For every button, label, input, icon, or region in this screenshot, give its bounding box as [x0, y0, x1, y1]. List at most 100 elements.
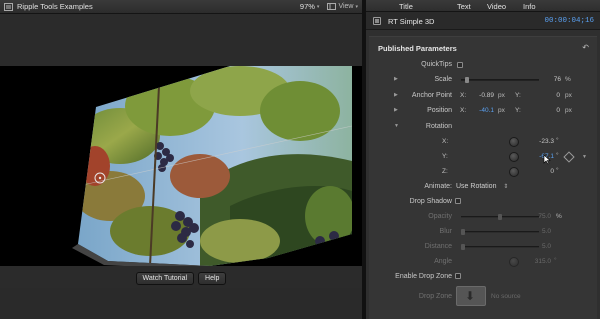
position-x-label: X: — [460, 107, 467, 114]
scale-slider-thumb[interactable] — [465, 77, 469, 83]
effect-name: RT Simple 3D — [388, 17, 435, 26]
viewer-panel: Ripple Tools Examples 97% ▾ View ▾ Watch… — [0, 0, 362, 319]
section-header: Published Parameters ↶ — [369, 37, 597, 57]
viewer-header: Ripple Tools Examples 97% ▾ View ▾ — [0, 0, 362, 14]
position-x-value[interactable]: -40.1 — [479, 107, 494, 114]
view-menu-label: View — [338, 3, 354, 10]
download-arrow-icon: ⬇ — [465, 289, 476, 303]
anchor-x-label: X: — [460, 92, 467, 99]
inspector-tab-bar: Title Text Video Info — [366, 0, 600, 12]
chevron-down-icon: ▾ — [355, 3, 358, 10]
angle-unit: ° — [554, 257, 557, 264]
distance-slider[interactable] — [461, 244, 539, 250]
opacity-unit: % — [556, 213, 562, 220]
position-y-label: Y: — [515, 107, 521, 114]
anchor-y-label: Y: — [515, 92, 521, 99]
opacity-value[interactable]: 75.0 — [538, 213, 551, 220]
timecode: 00:00:04;16 — [544, 17, 594, 25]
drop-zone-status: No source — [491, 293, 521, 300]
rotation-label: Rotation — [425, 123, 452, 130]
rotation-z-value[interactable]: 0 — [550, 168, 554, 175]
reset-icon[interactable]: ↶ — [582, 43, 589, 52]
blur-slider-thumb[interactable] — [461, 229, 465, 235]
rotated-grape-vine-image — [72, 66, 352, 266]
viewer-title: Ripple Tools Examples — [17, 2, 93, 11]
quicktips-label: QuickTips — [421, 61, 452, 68]
popup-chevron-icon: ⇕ — [503, 184, 509, 190]
view-options-icon — [327, 3, 337, 10]
rotation-y-dial[interactable] — [509, 152, 519, 162]
zoom-menu[interactable]: 97% ▾ — [300, 2, 320, 11]
animate-label: Animate: — [424, 183, 452, 190]
anchor-x-value[interactable]: -0.89 — [479, 92, 494, 99]
chevron-down-icon: ▾ — [316, 3, 320, 10]
position-x-unit: px — [498, 107, 505, 114]
zoom-value: 97% — [299, 2, 315, 11]
quicktips-checkbox[interactable] — [457, 62, 463, 68]
distance-label: Distance — [424, 243, 452, 250]
scale-value[interactable]: 76 — [554, 76, 561, 83]
rotation-z-unit: ° — [556, 167, 559, 174]
tab-title[interactable]: Title — [399, 2, 413, 11]
viewer-canvas[interactable] — [0, 14, 362, 269]
help-button[interactable]: Help — [198, 272, 227, 285]
scale-label: Scale — [434, 76, 452, 83]
angle-label: Angle — [434, 258, 452, 265]
drop-shadow-checkbox[interactable] — [455, 198, 461, 204]
mouse-pointer-icon — [543, 154, 551, 165]
viewer-button-bar: Watch Tutorial Help — [0, 269, 362, 288]
rotation-x-unit: ° — [556, 137, 559, 144]
animate-value: Use Rotation — [456, 183, 497, 190]
disclosure-triangle-icon[interactable]: ▶ — [394, 107, 398, 113]
rotation-z-dial[interactable] — [509, 167, 519, 177]
film-strip-icon — [4, 2, 13, 11]
position-y-value[interactable]: 0 — [556, 107, 560, 114]
effect-icon — [373, 17, 381, 25]
scale-unit: % — [565, 76, 571, 83]
rotation-z-label: Z: — [442, 168, 448, 175]
scale-slider[interactable] — [461, 77, 539, 83]
opacity-slider-thumb[interactable] — [498, 214, 502, 220]
anchor-y-unit: px — [565, 92, 572, 99]
drop-zone-label: Drop Zone — [418, 293, 452, 300]
rotation-x-dial[interactable] — [509, 137, 519, 147]
disclosure-triangle-open-icon[interactable]: ▼ — [394, 123, 399, 129]
opacity-slider[interactable] — [461, 214, 539, 220]
drop-zone-well[interactable]: ⬇ — [456, 286, 486, 306]
animate-popup[interactable]: Use Rotation ⇕ — [456, 183, 508, 190]
position-y-unit: px — [565, 107, 572, 114]
section-title: Published Parameters — [378, 44, 457, 53]
disclosure-triangle-icon[interactable]: ▶ — [394, 76, 398, 82]
angle-value[interactable]: 315.0 — [535, 258, 551, 265]
disclosure-triangle-icon[interactable]: ▶ — [394, 92, 398, 98]
inspector-title-row: RT Simple 3D 00:00:04;16 — [366, 12, 600, 30]
viewer-footer — [0, 288, 362, 319]
anchor-y-value[interactable]: 0 — [556, 92, 560, 99]
blur-slider[interactable] — [461, 229, 539, 235]
video-frame — [0, 66, 362, 266]
drop-shadow-label: Drop Shadow — [409, 198, 452, 205]
published-parameters-section: Published Parameters ↶ QuickTips ▶ Scale… — [369, 36, 597, 319]
tab-video[interactable]: Video — [487, 2, 506, 11]
chevron-down-icon[interactable]: ▼ — [582, 154, 587, 160]
distance-slider-thumb[interactable] — [461, 244, 465, 250]
rotation-y-label: Y: — [442, 153, 448, 160]
rotation-x-label: X: — [442, 138, 449, 145]
view-menu[interactable]: View ▾ — [327, 3, 358, 10]
inspector-panel: Title Text Video Info RT Simple 3D 00:00… — [366, 0, 600, 319]
blur-value[interactable]: 5.0 — [542, 228, 551, 235]
enable-drop-zone-checkbox[interactable] — [455, 273, 461, 279]
tab-text[interactable]: Text — [457, 2, 471, 11]
opacity-label: Opacity — [428, 213, 452, 220]
rotation-x-value[interactable]: -23.3 — [539, 138, 554, 145]
anchor-x-unit: px — [498, 92, 505, 99]
position-label: Position — [427, 107, 452, 114]
keyframe-diamond-icon[interactable] — [563, 151, 575, 163]
blur-label: Blur — [439, 228, 452, 235]
rotation-y-unit: ° — [556, 152, 559, 159]
enable-drop-zone-label: Enable Drop Zone — [395, 273, 452, 280]
angle-dial[interactable] — [509, 257, 519, 267]
watch-tutorial-button[interactable]: Watch Tutorial — [135, 272, 195, 285]
distance-value[interactable]: 5.0 — [542, 243, 551, 250]
tab-info[interactable]: Info — [523, 2, 536, 11]
